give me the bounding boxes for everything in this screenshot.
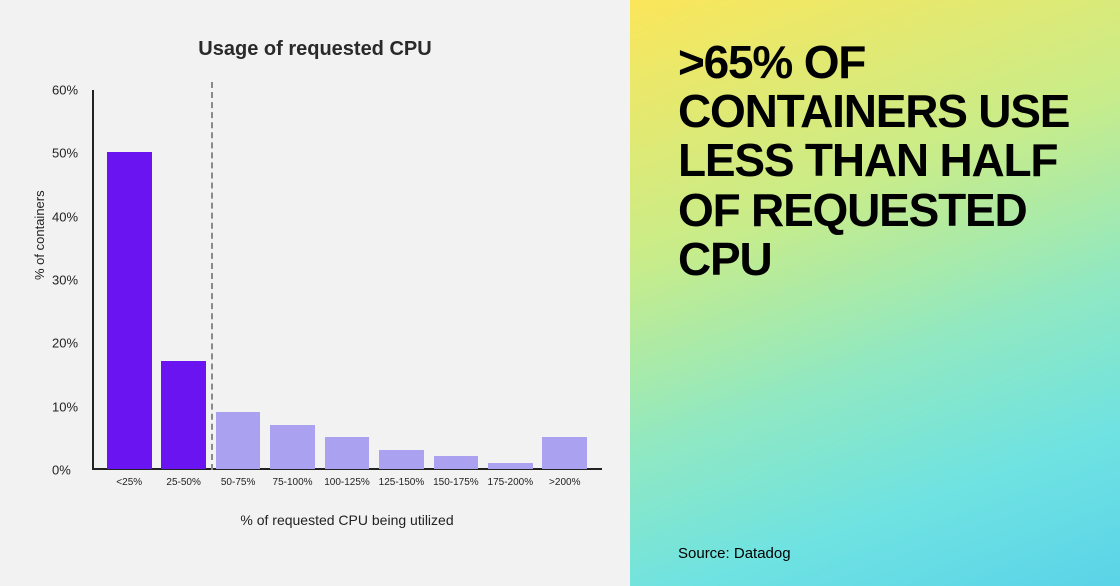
bar	[216, 412, 261, 469]
chart-pane: Usage of requested CPU % of containers 0…	[0, 0, 630, 586]
x-tick: 100-125%	[324, 477, 370, 488]
y-tick: 10%	[52, 399, 78, 414]
bar	[434, 456, 479, 469]
y-axis-label: % of containers	[32, 190, 47, 280]
y-tick: 0%	[52, 463, 71, 478]
y-tick: 40%	[52, 209, 78, 224]
x-tick: 25-50%	[166, 477, 200, 488]
y-axis	[92, 90, 94, 470]
bar	[107, 152, 152, 469]
x-tick: 175-200%	[488, 477, 534, 488]
x-tick: 50-75%	[221, 477, 255, 488]
y-tick: 30%	[52, 273, 78, 288]
x-tick: 75-100%	[273, 477, 313, 488]
y-tick: 60%	[52, 83, 78, 98]
y-tick: 50%	[52, 146, 78, 161]
x-tick: 125-150%	[379, 477, 425, 488]
bar	[542, 437, 587, 469]
bar	[325, 437, 370, 469]
source-label: Source: Datadog	[678, 545, 1070, 562]
chart-title: Usage of requested CPU	[0, 38, 630, 61]
callout-pane: >65% OF CONTAINERS USE LESS THAN HALF OF…	[630, 0, 1120, 586]
x-tick: >200%	[549, 477, 580, 488]
headline: >65% OF CONTAINERS USE LESS THAN HALF OF…	[678, 38, 1070, 284]
bar	[379, 450, 424, 469]
x-tick: <25%	[116, 477, 142, 488]
x-axis-label: % of requested CPU being utilized	[92, 512, 602, 528]
bar	[488, 463, 533, 469]
chart-plot-area: 0%10%20%30%40%50%60%<25%25-50%50-75%75-1…	[92, 90, 602, 470]
x-tick: 150-175%	[433, 477, 479, 488]
bar	[270, 425, 315, 469]
y-tick: 20%	[52, 336, 78, 351]
threshold-divider	[211, 82, 213, 470]
bar	[161, 361, 206, 469]
